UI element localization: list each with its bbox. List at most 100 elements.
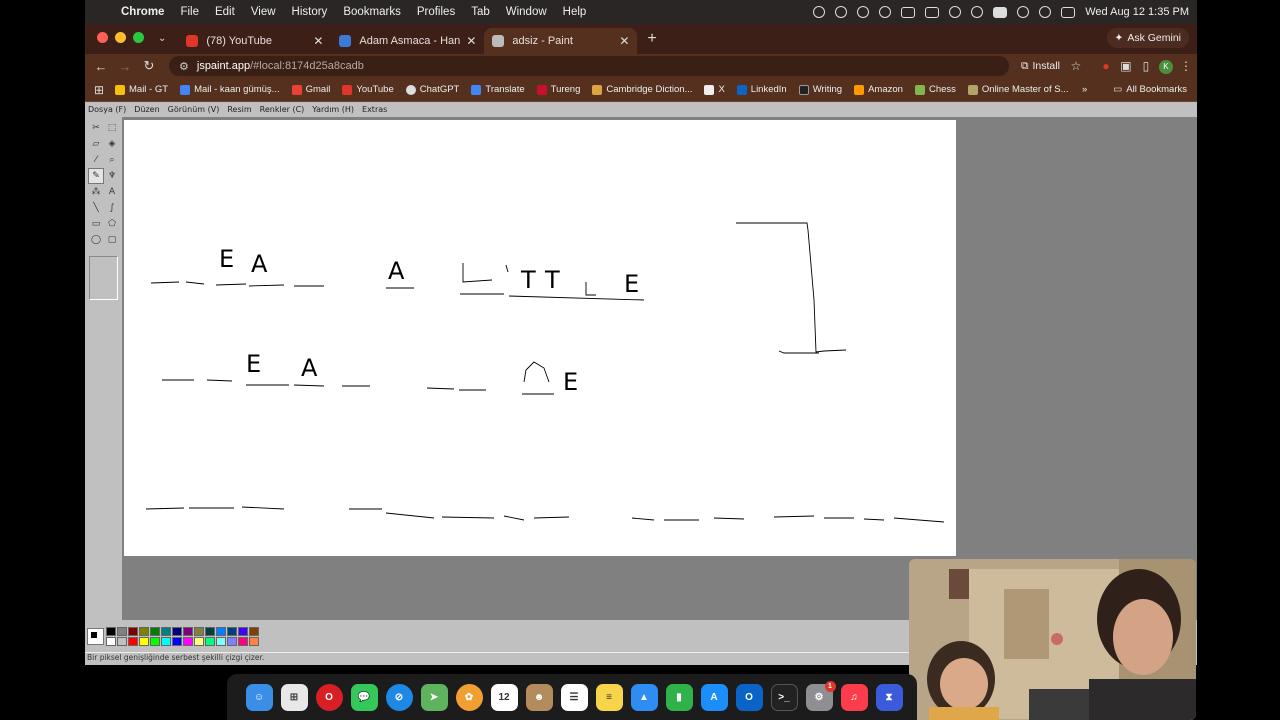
contacts-icon[interactable]: ☻ xyxy=(525,683,553,711)
paint-menu-edit[interactable]: Düzen xyxy=(134,105,159,114)
bookmark-gmail[interactable]: Gmail xyxy=(291,84,330,95)
bookmark-amazon[interactable]: Amazon xyxy=(854,84,903,95)
bookmark-online-master[interactable]: Online Master of S... xyxy=(967,84,1068,95)
photos-icon[interactable]: ✿ xyxy=(455,683,483,711)
menu-app-name[interactable]: Chrome xyxy=(121,6,164,18)
numbers-icon[interactable]: ▮ xyxy=(665,683,693,711)
battery-icon[interactable] xyxy=(993,6,1008,18)
rect-select-tool-icon[interactable]: ⬚ xyxy=(104,120,120,136)
bookmark-chatgpt[interactable]: ChatGPT xyxy=(405,84,459,95)
palette-swatch[interactable] xyxy=(128,636,138,646)
outlook-icon[interactable]: O xyxy=(735,683,763,711)
paint-menu-help[interactable]: Yardım (H) xyxy=(312,105,354,114)
sidebar-icon[interactable]: ▯ xyxy=(1136,59,1156,73)
more-bookmarks-chevron-icon[interactable]: » xyxy=(1082,84,1087,95)
paint-menu-image[interactable]: Resim xyxy=(227,105,251,114)
messages-icon[interactable]: 💬 xyxy=(350,683,378,711)
bookmark-x[interactable]: X xyxy=(704,84,725,95)
palette-swatch[interactable] xyxy=(128,626,138,636)
appstore-icon[interactable]: A xyxy=(700,683,728,711)
palette-swatch[interactable] xyxy=(172,636,182,646)
kebab-menu-icon[interactable]: ⋮ xyxy=(1176,59,1196,73)
close-window-button[interactable] xyxy=(97,32,108,43)
extension-red-icon[interactable]: ● xyxy=(1096,59,1116,73)
bookmark-translate[interactable]: Translate xyxy=(471,84,525,95)
palette-swatch[interactable] xyxy=(117,636,127,646)
menubar-clock[interactable]: Wed Aug 12 1:35 PM xyxy=(1085,6,1189,18)
spotlight-search-icon[interactable] xyxy=(1039,6,1052,18)
fill-tool-icon[interactable]: ◈ xyxy=(104,136,120,152)
maps-icon[interactable]: ➤ xyxy=(420,683,448,711)
opera-icon[interactable]: O xyxy=(315,683,343,711)
music-icon[interactable]: ♫ xyxy=(840,683,868,711)
chat-status-icon[interactable] xyxy=(835,6,848,18)
palette-swatch[interactable] xyxy=(106,636,116,646)
reminders-icon[interactable]: ☰ xyxy=(560,683,588,711)
tab-hangman[interactable]: Adam Asmaca - Hangman ✕ xyxy=(331,28,484,54)
magnifier-tool-icon[interactable]: ⌕ xyxy=(104,152,120,168)
webcam-overlay[interactable] xyxy=(909,559,1196,720)
ellipse-tool-icon[interactable]: ◯ xyxy=(88,232,104,248)
palette-swatch[interactable] xyxy=(194,626,204,636)
tab-paint[interactable]: adsiz - Paint ✕ xyxy=(484,28,638,54)
terminal-icon[interactable]: >_ xyxy=(770,683,798,711)
bookmark-star-icon[interactable]: ☆ xyxy=(1066,59,1086,73)
play-status-icon[interactable] xyxy=(971,6,984,18)
focus-status-icon[interactable] xyxy=(879,6,892,18)
paint-menu-extras[interactable]: Extras xyxy=(362,105,387,114)
curve-tool-icon[interactable]: ∫ xyxy=(104,200,120,216)
control-center-icon[interactable] xyxy=(1061,6,1076,18)
menu-profiles[interactable]: Profiles xyxy=(417,6,455,18)
address-bar[interactable]: ⚙ jspaint.app/#local:8174d25a8cadb xyxy=(169,56,1009,76)
palette-swatch[interactable] xyxy=(106,626,116,636)
bluetooth-status-icon[interactable] xyxy=(949,6,962,18)
menu-view[interactable]: View xyxy=(251,6,276,18)
polygon-tool-icon[interactable]: ⬠ xyxy=(104,216,120,232)
vpn-status-icon[interactable] xyxy=(813,6,826,18)
tab-search-chevron-icon[interactable]: ⌄ xyxy=(158,33,166,44)
back-arrow-icon[interactable]: ← xyxy=(89,59,113,74)
finder-icon[interactable]: ☺ xyxy=(245,683,273,711)
palette-swatch[interactable] xyxy=(249,626,259,636)
forward-arrow-icon[interactable]: → xyxy=(113,59,137,74)
palette-swatch[interactable] xyxy=(161,636,171,646)
menu-file[interactable]: File xyxy=(180,6,199,18)
extensions-puzzle-icon[interactable]: ▣ xyxy=(1116,59,1136,73)
launchpad-icon[interactable]: ⊞ xyxy=(280,683,308,711)
wifi-icon[interactable] xyxy=(1017,6,1030,18)
palette-swatch[interactable] xyxy=(161,626,171,636)
bookmark-youtube[interactable]: YouTube xyxy=(342,84,394,95)
palette-swatch[interactable] xyxy=(216,626,226,636)
reload-icon[interactable]: ↻ xyxy=(137,58,161,74)
airbrush-tool-icon[interactable]: ⁂ xyxy=(88,184,104,200)
palette-swatch[interactable] xyxy=(216,636,226,646)
window-status-icon[interactable] xyxy=(925,6,940,18)
minimize-window-button[interactable] xyxy=(115,32,126,43)
drawing-canvas[interactable]: E A A T T E E A E xyxy=(124,120,956,556)
palette-swatch[interactable] xyxy=(183,636,193,646)
keynote-icon[interactable]: ▲ xyxy=(630,683,658,711)
palette-swatch[interactable] xyxy=(117,626,127,636)
palette-swatch[interactable] xyxy=(183,626,193,636)
ask-gemini-button[interactable]: ✦ Ask Gemini xyxy=(1106,28,1189,48)
bookmark-cambridge[interactable]: Cambridge Diction... xyxy=(592,84,692,95)
paint-menu-file[interactable]: Dosya (F) xyxy=(88,105,126,114)
bookmark-linkedin[interactable]: LinkedIn xyxy=(736,84,787,95)
settings-icon[interactable]: ⚙ 1 xyxy=(805,680,836,711)
rounded-rect-tool-icon[interactable]: ▢ xyxy=(104,232,120,248)
text-tool-icon[interactable]: A xyxy=(104,184,120,200)
color-picker-tool-icon[interactable]: ⁄ xyxy=(88,152,104,168)
site-info-icon[interactable]: ⚙ xyxy=(179,60,189,73)
menu-history[interactable]: History xyxy=(292,6,328,18)
palette-swatch[interactable] xyxy=(150,626,160,636)
pencil-tool-icon[interactable]: ✎ xyxy=(88,168,104,184)
tab-youtube[interactable]: (78) YouTube ✕ xyxy=(178,28,331,54)
current-colors[interactable] xyxy=(87,627,104,645)
menu-tab[interactable]: Tab xyxy=(471,6,490,18)
line-tool-icon[interactable]: ╲ xyxy=(88,200,104,216)
palette-swatch[interactable] xyxy=(205,626,215,636)
notes-icon[interactable]: ≡ xyxy=(595,683,623,711)
safari-icon[interactable]: ⊘ xyxy=(385,683,413,711)
bookmark-chess[interactable]: Chess xyxy=(914,84,956,95)
rectangle-tool-icon[interactable]: ▭ xyxy=(88,216,104,232)
